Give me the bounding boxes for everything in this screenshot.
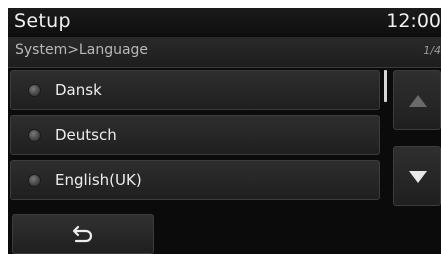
setup-screen: Setup 12:00 System>Language 1/4 Dansk De… xyxy=(8,8,441,254)
breadcrumb-bar: System>Language 1/4 xyxy=(8,37,441,68)
radio-icon xyxy=(29,175,40,186)
clock: 12:00 xyxy=(386,10,441,32)
radio-icon xyxy=(29,130,40,141)
radio-icon xyxy=(29,85,40,96)
language-item-deutsch[interactable]: Deutsch xyxy=(10,115,380,155)
page-title: Setup xyxy=(14,10,71,32)
scroll-up-button[interactable] xyxy=(393,70,441,130)
language-item-label: Dansk xyxy=(55,81,102,99)
scroll-down-button[interactable] xyxy=(393,146,441,206)
back-arrow-icon xyxy=(72,225,93,243)
language-item-label: Deutsch xyxy=(55,126,117,144)
language-item-dansk[interactable]: Dansk xyxy=(10,70,380,110)
scrollbar[interactable] xyxy=(384,70,388,200)
language-item-english-uk[interactable]: English(UK) xyxy=(10,160,380,200)
scrollbar-thumb[interactable] xyxy=(384,70,387,102)
triangle-up-icon xyxy=(409,95,427,107)
triangle-down-icon xyxy=(409,171,427,183)
back-button[interactable] xyxy=(12,214,154,254)
title-bar: Setup 12:00 xyxy=(8,8,441,36)
page-indicator: 1/4 xyxy=(423,44,441,57)
language-item-label: English(UK) xyxy=(55,171,142,189)
breadcrumb: System>Language xyxy=(15,42,149,58)
